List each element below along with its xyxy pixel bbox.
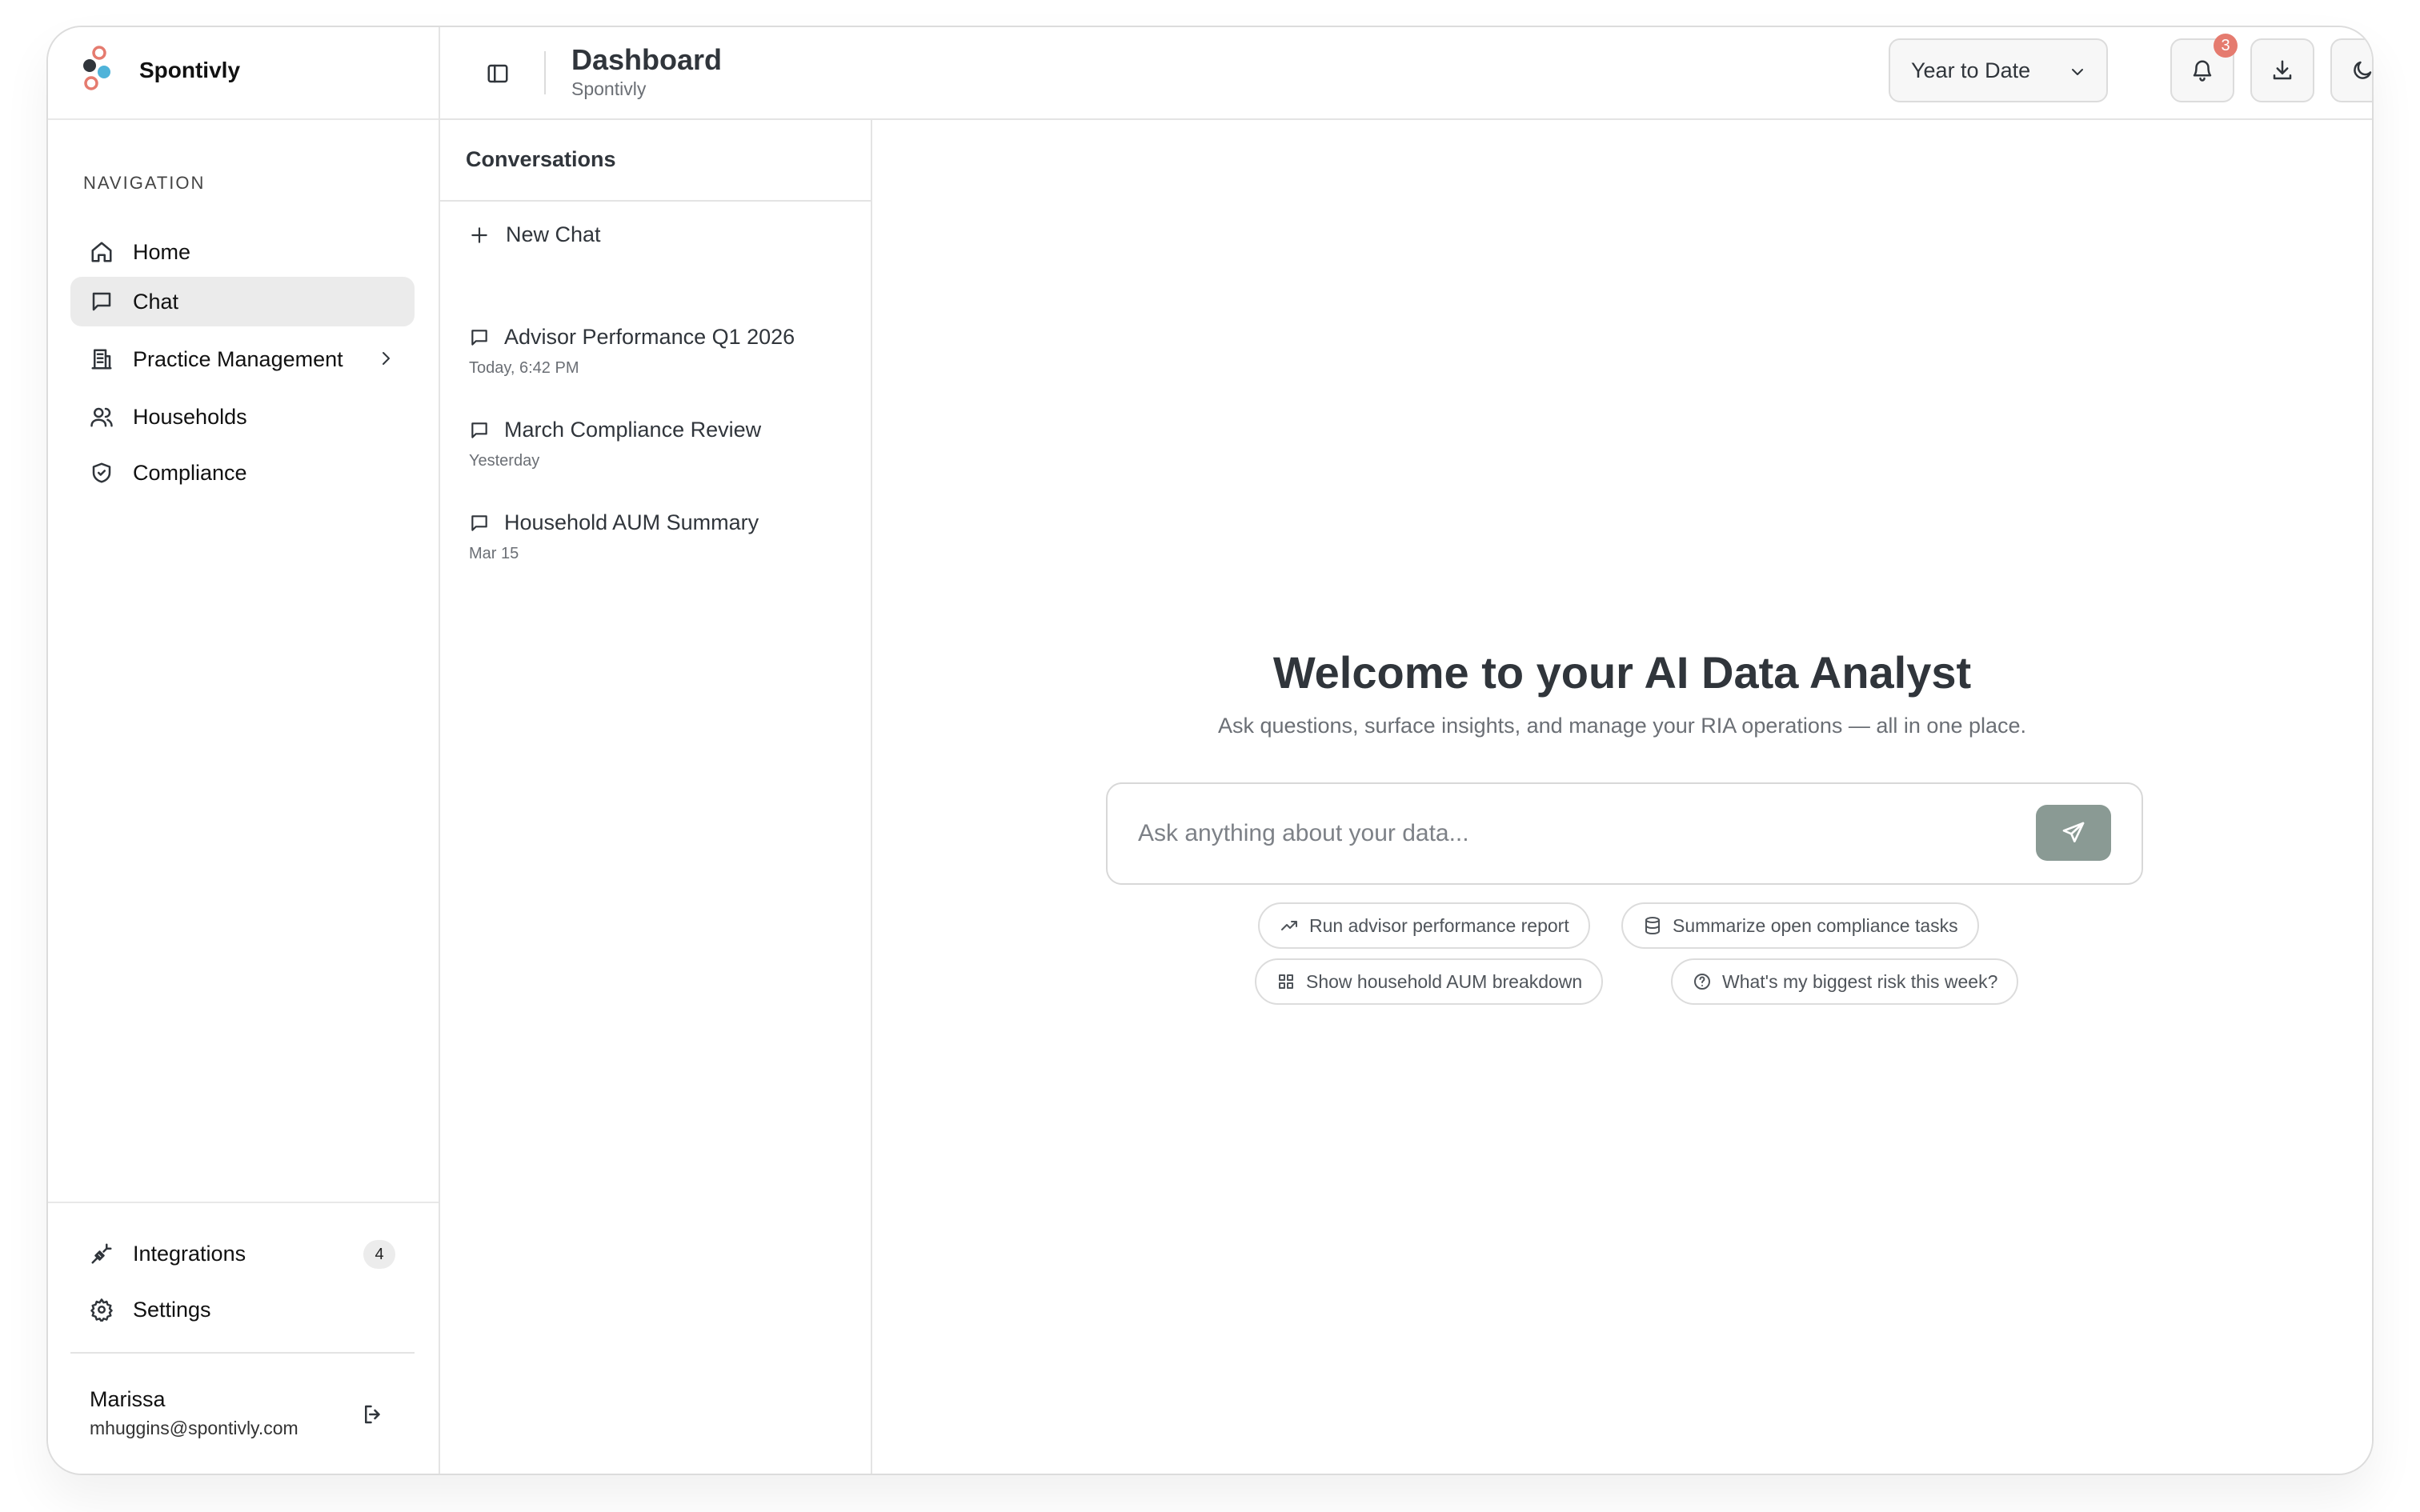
bell-icon [2190,58,2214,82]
download-button[interactable] [2250,38,2314,102]
conversation-title: Household AUM Summary [504,510,759,534]
suggestion-household-aum[interactable]: Show household AUM breakdown [1255,958,1604,1005]
building-icon [88,346,115,373]
sidebar-item-label: Chat [133,289,179,314]
sidebar-item-settings[interactable]: Settings [70,1285,415,1334]
suggestion-label: Summarize open compliance tasks [1673,914,1958,936]
grid-icon [1276,971,1296,992]
chevron-down-icon [2068,62,2087,82]
divider [48,1202,439,1203]
sidebar-item-practice-management[interactable]: Practice Management [70,334,415,384]
suggestion-label: Show household AUM breakdown [1306,970,1583,992]
sidebar-item-label: Households [133,404,247,429]
suggestion-biggest-risk[interactable]: What's my biggest risk this week? [1671,958,2019,1005]
chat-icon [88,288,115,315]
brand-name: Spontivly [139,58,241,82]
notification-count-badge: 3 [2214,34,2238,58]
sidebar-item-label: Integrations [133,1241,246,1266]
divider [544,51,546,94]
plus-icon [469,225,490,246]
conversation-title: March Compliance Review [504,418,762,442]
conversation-item[interactable]: Advisor Performance Q1 2026 Today, 6:42 … [469,325,853,378]
chevron-right-icon [376,349,395,368]
sidebar-item-label: Settings [133,1297,211,1322]
brand-header: Spontivly [48,27,439,120]
ask-input[interactable] [1138,803,2018,864]
welcome-subtitle: Ask questions, surface insights, and man… [1217,714,2027,738]
page-title: Dashboard [571,43,723,76]
shield-icon [88,459,115,486]
send-button[interactable] [2036,805,2111,861]
home-icon [88,238,115,266]
date-range-value: Year to Date [1911,58,2031,82]
help-icon [1692,971,1713,992]
logout-icon [361,1402,385,1426]
moon-icon [2350,58,2372,82]
suggestion-advisor-report[interactable]: Run advisor performance report [1258,902,1590,949]
chat-icon [469,513,490,534]
users-icon [88,403,115,430]
sidebar-item-home[interactable]: Home [70,227,415,277]
integrations-count-badge: 4 [363,1240,395,1269]
brand-logo-icon [80,45,120,96]
app-window: Spontivly NAVIGATION Home Chat Practice … [46,26,2374,1475]
database-icon [1642,915,1663,936]
sidebar-item-chat[interactable]: Chat [70,277,415,326]
chat-icon [469,420,490,441]
divider [70,1352,415,1354]
suggestion-label: Run advisor performance report [1309,914,1569,936]
trend-icon [1279,915,1300,936]
top-header: Dashboard Spontivly Year to Date 3 [440,27,2372,120]
sidebar-item-label: Compliance [133,460,247,485]
suggestion-label: What's my biggest risk this week? [1722,970,1998,992]
sidebar-item-label: Home [133,239,191,264]
conversations-title: Conversations [466,147,616,171]
new-chat-label: New Chat [506,222,601,246]
conversation-item[interactable]: March Compliance Review Yesterday [469,418,853,470]
conversations-header: Conversations [440,120,871,202]
suggestion-compliance-tasks[interactable]: Summarize open compliance tasks [1621,902,1979,949]
sidebar: Spontivly NAVIGATION Home Chat Practice … [48,27,440,1474]
conversation-item[interactable]: Household AUM Summary Mar 15 [469,510,853,563]
user-name: Marissa [90,1387,166,1411]
download-icon [2270,58,2294,82]
conversation-time: Yesterday [469,452,540,470]
conversation-time: Today, 6:42 PM [469,359,579,377]
nav-heading: NAVIGATION [83,173,206,193]
page-subtitle: Spontivly [571,78,647,99]
sidebar-item-label: Practice Management [133,346,343,371]
gear-icon [88,1296,115,1323]
chat-icon [469,327,490,348]
welcome-title: Welcome to your AI Data Analyst [1272,647,1972,698]
sidebar-item-integrations[interactable]: Integrations 4 [70,1229,415,1278]
conversations-panel: Conversations New Chat Advisor Performan… [440,120,872,1474]
sidebar-item-households[interactable]: Households [70,392,415,442]
conversation-time: Mar 15 [469,545,519,562]
notifications-button[interactable]: 3 [2170,34,2238,102]
send-icon [2061,820,2086,846]
plug-icon [88,1240,115,1267]
user-email: mhuggins@spontivly.com [90,1418,298,1438]
date-range-select[interactable]: Year to Date [1889,38,2108,102]
ask-box [1106,782,2143,885]
conversation-title: Advisor Performance Q1 2026 [504,325,795,349]
logout-button[interactable] [357,1398,389,1430]
sidebar-item-compliance[interactable]: Compliance [70,448,415,498]
sidebar-toggle-icon [486,62,510,86]
new-chat-button[interactable]: New Chat [469,222,601,247]
toggle-sidebar-button[interactable] [482,58,514,90]
theme-toggle-button[interactable] [2330,38,2372,102]
main-chat-area: Welcome to your AI Data Analyst Ask ques… [872,120,2372,1474]
